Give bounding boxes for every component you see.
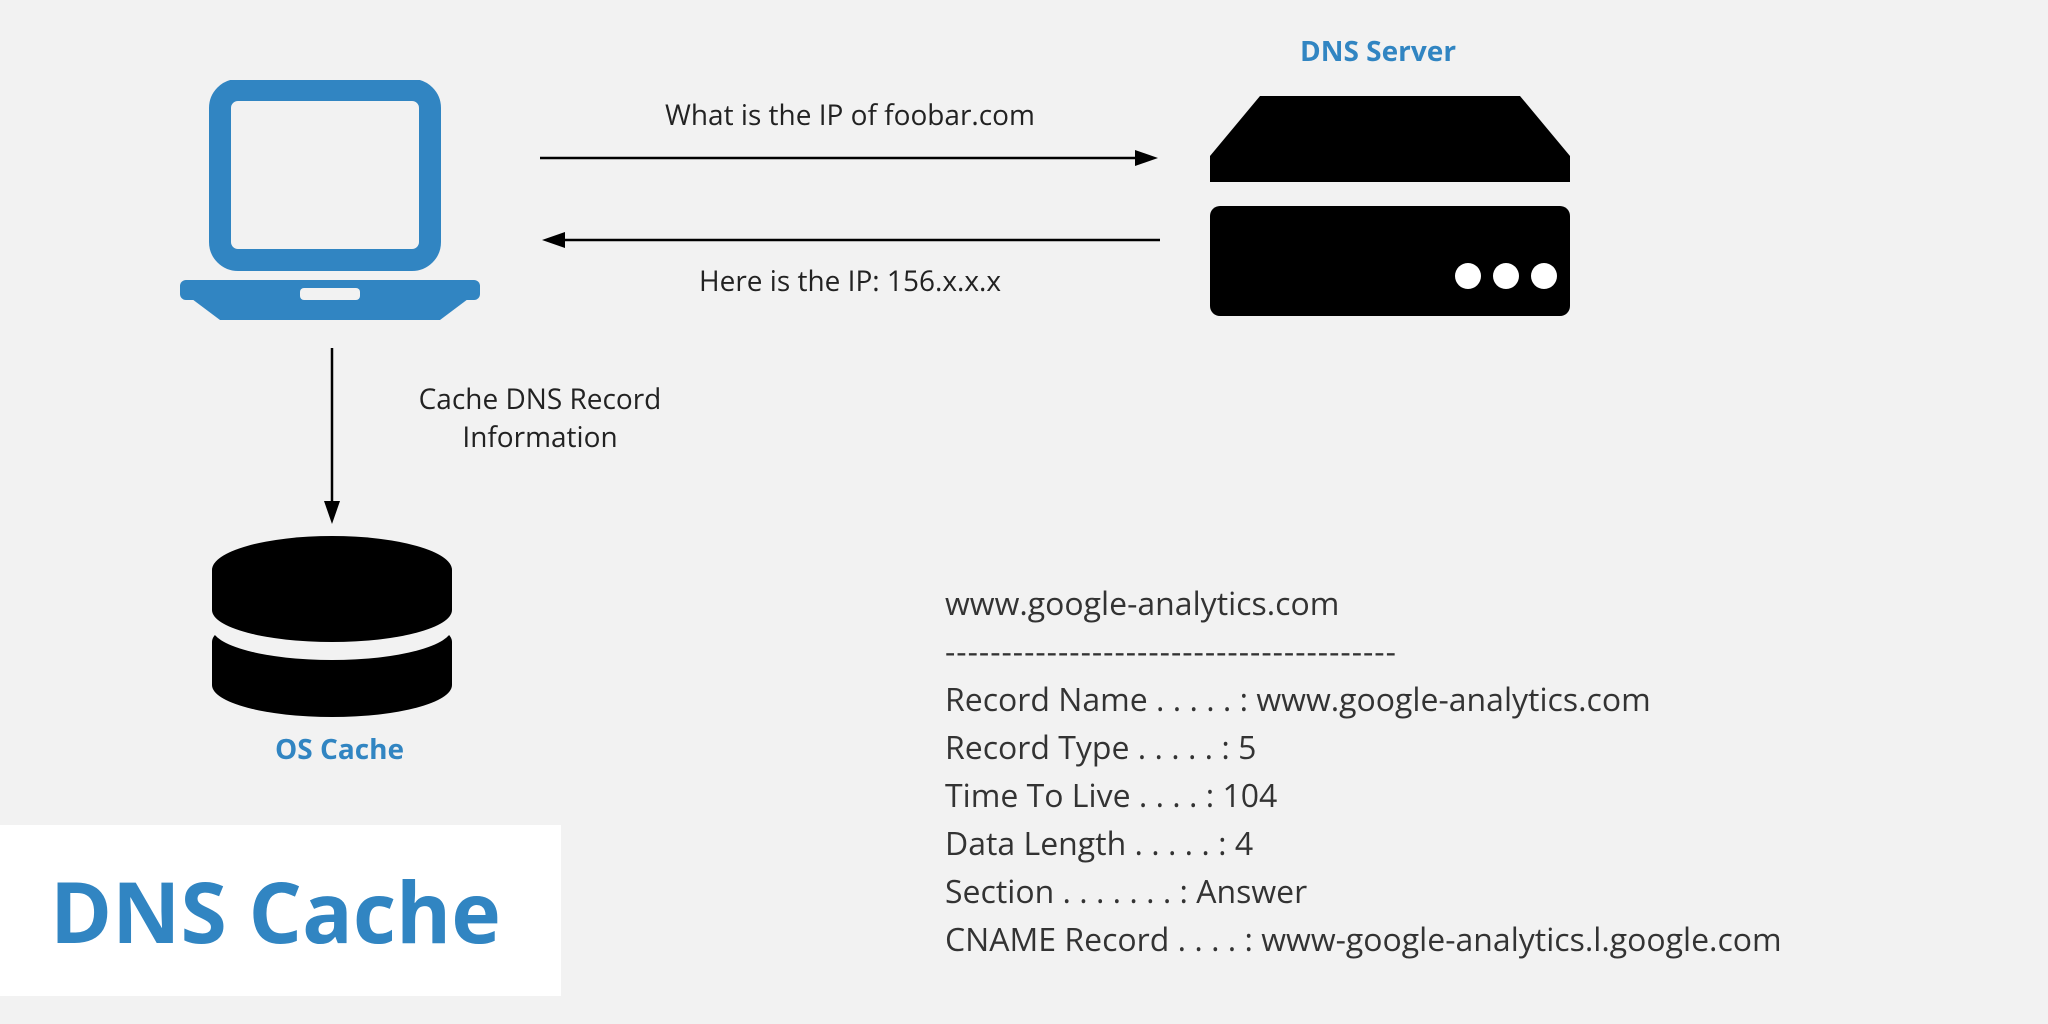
dns-record-panel: www.google-analytics.com ---------------… <box>945 580 1782 964</box>
arrow-cache-label-line1: Cache DNS Record <box>370 380 710 418</box>
dns-record-cname: CNAME Record . . . . : www-google-analyt… <box>945 916 1782 964</box>
os-cache-label: OS Cache <box>275 730 404 768</box>
arrow-query-icon <box>540 138 1160 178</box>
laptop-icon <box>180 80 480 345</box>
dns-server-label: DNS Server <box>1300 32 1456 70</box>
arrow-response-label: Here is the IP: 156.x.x.x <box>540 262 1160 300</box>
dns-record-ttl: Time To Live . . . . : 104 <box>945 772 1782 820</box>
dns-record-name: Record Name . . . . . : www.google-analy… <box>945 676 1782 724</box>
disk-icon <box>202 530 462 725</box>
arrow-response-icon <box>540 220 1160 260</box>
dns-record-separator: ---------------------------------------- <box>945 628 1782 676</box>
arrow-query-label: What is the IP of foobar.com <box>540 96 1160 134</box>
dns-record-type: Record Type . . . . . : 5 <box>945 724 1782 772</box>
page-title: DNS Cache <box>50 853 501 968</box>
arrow-cache-icon <box>312 348 352 526</box>
arrow-cache-label-line2: Information <box>370 418 710 456</box>
page-title-box: DNS Cache <box>0 825 561 996</box>
dns-record-section: Section . . . . . . . : Answer <box>945 868 1782 916</box>
dns-record-datalength: Data Length . . . . . : 4 <box>945 820 1782 868</box>
server-icon <box>1210 96 1570 331</box>
arrow-cache-label: Cache DNS Record Information <box>370 380 710 456</box>
dns-record-domain: www.google-analytics.com <box>945 580 1782 628</box>
